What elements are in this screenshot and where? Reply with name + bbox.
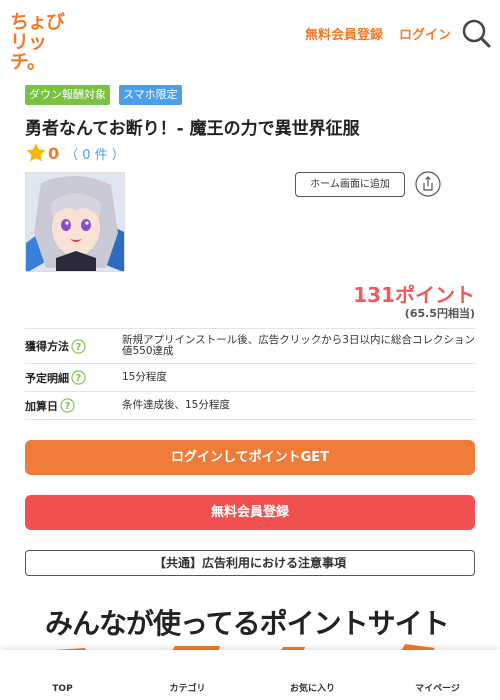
- info-value-schedule: 15分程度: [122, 371, 167, 383]
- nav-favorites-label: お気に入り: [289, 684, 335, 694]
- nav-favorites[interactable]: お気に入り: [250, 650, 375, 700]
- rating-count[interactable]: （ 0 件 ）: [65, 144, 125, 163]
- star-icon: [26, 143, 46, 162]
- info-label-text: 加算日: [25, 399, 58, 413]
- info-row-schedule: 予定明細 ? 15分程度: [25, 364, 475, 392]
- download-reward-badge: ダウン報酬対象: [25, 85, 110, 105]
- share-icon[interactable]: [415, 171, 441, 197]
- nav-top-label: TOP: [52, 684, 73, 694]
- smartphone-only-badge: スマホ限定: [119, 85, 182, 105]
- info-label-method: 獲得方法 ?: [25, 338, 122, 354]
- svg-text:?: ?: [76, 373, 81, 384]
- bottom-nav: TOP カテゴリ お気に入り マイページ: [0, 650, 500, 700]
- header: ちょび リッチ。 無料会員登録 ログイン: [0, 0, 500, 72]
- info-value-method: 新規アプリインストール後、広告クリックから3日以内に総合コレクション値550達成: [122, 334, 475, 357]
- points-amount: 131ポイント: [353, 283, 475, 307]
- nav-category[interactable]: カテゴリ: [125, 650, 250, 700]
- promo-banner[interactable]: みんなが使ってるポイントサイト: [0, 598, 500, 658]
- ad-notice-button[interactable]: 【共通】広告利用における注意事項: [25, 550, 475, 576]
- badge-list: ダウン報酬対象 スマホ限定: [25, 85, 182, 105]
- info-label-text: 獲得方法: [25, 340, 69, 353]
- logo[interactable]: ちょび リッチ。: [10, 11, 70, 72]
- nav-top[interactable]: TOP: [0, 650, 125, 700]
- info-label-schedule: 予定明細 ?: [25, 370, 122, 386]
- register-button[interactable]: 無料会員登録: [25, 495, 475, 530]
- help-icon[interactable]: ?: [71, 338, 86, 354]
- rating-score: 0: [48, 143, 60, 163]
- search-icon[interactable]: [461, 18, 491, 48]
- info-label-credit-date: 加算日 ?: [25, 398, 122, 414]
- login-get-points-button[interactable]: ログインしてポイントGET: [25, 440, 475, 475]
- info-label-text: 予定明細: [25, 371, 69, 385]
- header-register-link[interactable]: 無料会員登録: [305, 24, 383, 43]
- logo-line1: ちょび: [10, 11, 65, 33]
- offer-title: 勇者なんてお断り！- 魔王の力で異世界征服: [25, 119, 360, 139]
- nav-category-label: カテゴリ: [169, 684, 206, 694]
- nav-mypage[interactable]: マイページ: [375, 650, 500, 700]
- nav-mypage-label: マイページ: [415, 684, 460, 694]
- help-icon[interactable]: ?: [60, 398, 75, 413]
- svg-text:?: ?: [65, 401, 70, 412]
- points-yen-equivalent: (65.5円相当): [404, 307, 475, 320]
- add-to-home-button[interactable]: ホーム画面に追加: [295, 172, 405, 197]
- header-login-link[interactable]: ログイン: [399, 24, 451, 43]
- info-value-credit-date: 条件達成後、15分程度: [122, 399, 230, 411]
- info-row-credit-date: 加算日 ? 条件達成後、15分程度: [25, 392, 475, 420]
- help-icon[interactable]: ?: [71, 370, 86, 385]
- svg-text:?: ?: [76, 341, 81, 352]
- app-icon-image: [25, 172, 125, 272]
- banner-text: みんなが使ってるポイントサイト: [45, 607, 450, 640]
- logo-line2: リッチ。: [10, 31, 47, 73]
- info-row-method: 獲得方法 ? 新規アプリインストール後、広告クリックから3日以内に総合コレクショ…: [25, 329, 475, 364]
- offer-info-table: 獲得方法 ? 新規アプリインストール後、広告クリックから3日以内に総合コレクショ…: [25, 328, 475, 420]
- rating: 0 （ 0 件 ）: [25, 141, 125, 165]
